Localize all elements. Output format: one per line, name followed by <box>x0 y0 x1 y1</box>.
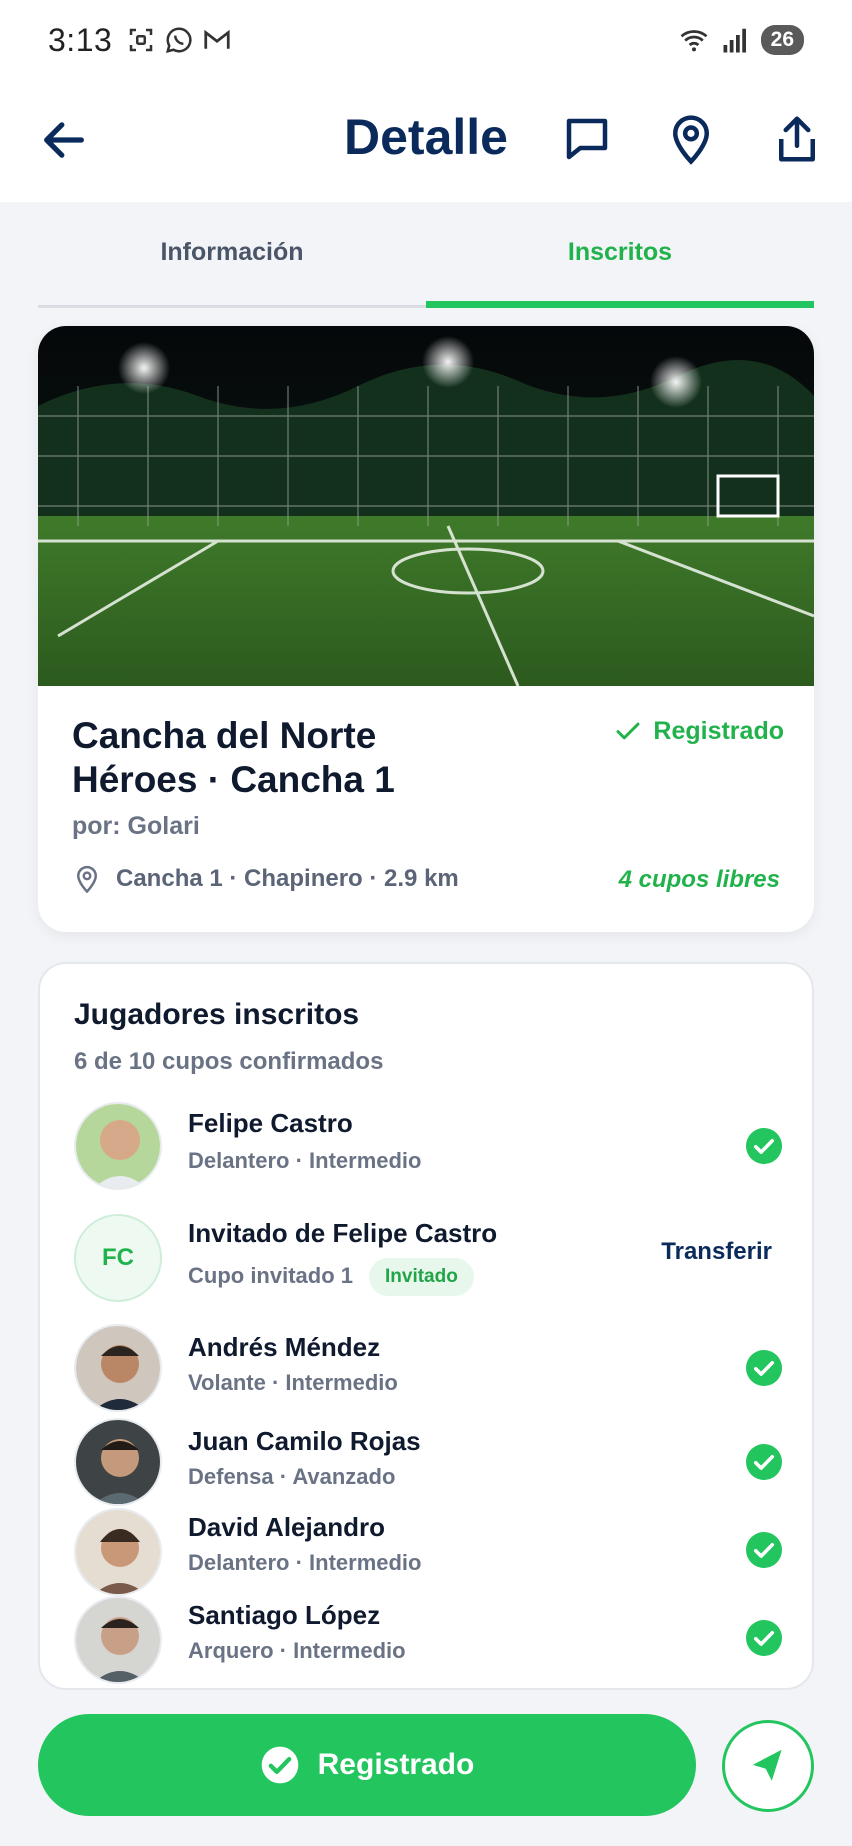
list-item[interactable]: Felipe Castro Delantero · Intermedio <box>40 1102 812 1192</box>
players-card: Jugadores inscritos 6 de 10 cupos confir… <box>38 962 814 1690</box>
tab-inscritos[interactable]: Inscritos <box>426 202 814 308</box>
venue-card: Cancha del Norte Héroes · Cancha 1 Regis… <box>38 326 814 932</box>
venue-photo <box>38 326 814 686</box>
transfer-button[interactable]: Transferir <box>661 1238 772 1266</box>
screenshot-icon <box>130 28 153 52</box>
avatar <box>74 1508 162 1596</box>
players-subtitle: 6 de 10 cupos confirmados <box>74 1048 384 1075</box>
location-pin-icon <box>76 865 98 894</box>
list-item[interactable]: Juan Camilo Rojas Defensa · Avanzado <box>40 1418 812 1508</box>
navigate-arrow-icon <box>752 1749 782 1781</box>
tab-bar: Información Inscritos <box>38 202 814 308</box>
avatar <box>74 1324 162 1412</box>
registered-button[interactable]: Registrado <box>38 1714 696 1816</box>
venue-location: Cancha 1 · Chapinero · 2.9 km <box>72 864 459 894</box>
player-meta: Delantero · Intermedio <box>188 1148 422 1173</box>
location-pin-icon[interactable] <box>664 112 718 166</box>
list-item[interactable]: Santiago López Arquero · Intermedio <box>40 1596 812 1686</box>
list-item[interactable]: FC Invitado de Felipe Castro Cupo invita… <box>40 1214 812 1304</box>
check-circle-icon <box>261 1746 298 1784</box>
chat-icon[interactable] <box>560 112 614 166</box>
tab-informacion[interactable]: Información <box>38 202 426 308</box>
back-arrow-icon[interactable] <box>38 114 90 166</box>
player-name: Invitado de Felipe Castro <box>188 1218 498 1248</box>
venue-name: Cancha del Norte Héroes · Cancha 1 <box>72 715 395 800</box>
check-circle-icon <box>746 1444 782 1480</box>
list-item[interactable]: Andrés Méndez Volante · Intermedio <box>40 1324 812 1414</box>
avatar <box>74 1418 162 1506</box>
registration-status: Registrado <box>613 716 784 746</box>
player-name: Juan Camilo Rojas <box>188 1426 421 1456</box>
check-circle-icon <box>746 1350 782 1386</box>
player-name: Felipe Castro <box>188 1108 353 1138</box>
gmail-icon <box>204 29 230 49</box>
check-circle-icon <box>746 1620 782 1656</box>
share-icon[interactable] <box>770 112 824 166</box>
organizer: por: Golari <box>72 812 200 840</box>
status-bar: 3:13 26 <box>0 0 852 80</box>
whatsapp-icon <box>166 27 192 54</box>
battery-icon: 26 <box>760 25 804 55</box>
avatar <box>74 1596 162 1684</box>
player-name: Santiago López <box>188 1600 381 1630</box>
player-meta: Arquero · Intermedio <box>188 1638 406 1663</box>
signal-icon <box>723 28 746 53</box>
check-circle-icon <box>746 1532 782 1568</box>
status-time: 3:13 <box>48 21 113 58</box>
player-meta: Volante · Intermedio <box>188 1370 398 1395</box>
player-name: David Alejandro <box>188 1512 385 1542</box>
wifi-icon <box>680 30 708 52</box>
player-meta: Delantero · Intermedio <box>188 1550 422 1575</box>
list-item[interactable]: David Alejandro Delantero · Intermedio <box>40 1508 812 1598</box>
player-meta: Defensa · Avanzado <box>188 1464 396 1489</box>
app-bar: Detalle <box>0 80 852 202</box>
avatar <box>74 1102 162 1190</box>
navigate-button[interactable] <box>722 1720 814 1812</box>
check-icon <box>616 722 640 740</box>
player-name: Andrés Méndez <box>188 1332 381 1362</box>
player-meta: Cupo invitado 1 Invitado <box>188 1258 474 1296</box>
guest-badge: Invitado <box>369 1258 474 1296</box>
avatar: FC <box>74 1214 162 1302</box>
free-spots: 4 cupos libres <box>618 866 780 893</box>
players-title: Jugadores inscritos <box>74 998 360 1031</box>
check-circle-icon <box>746 1128 782 1164</box>
